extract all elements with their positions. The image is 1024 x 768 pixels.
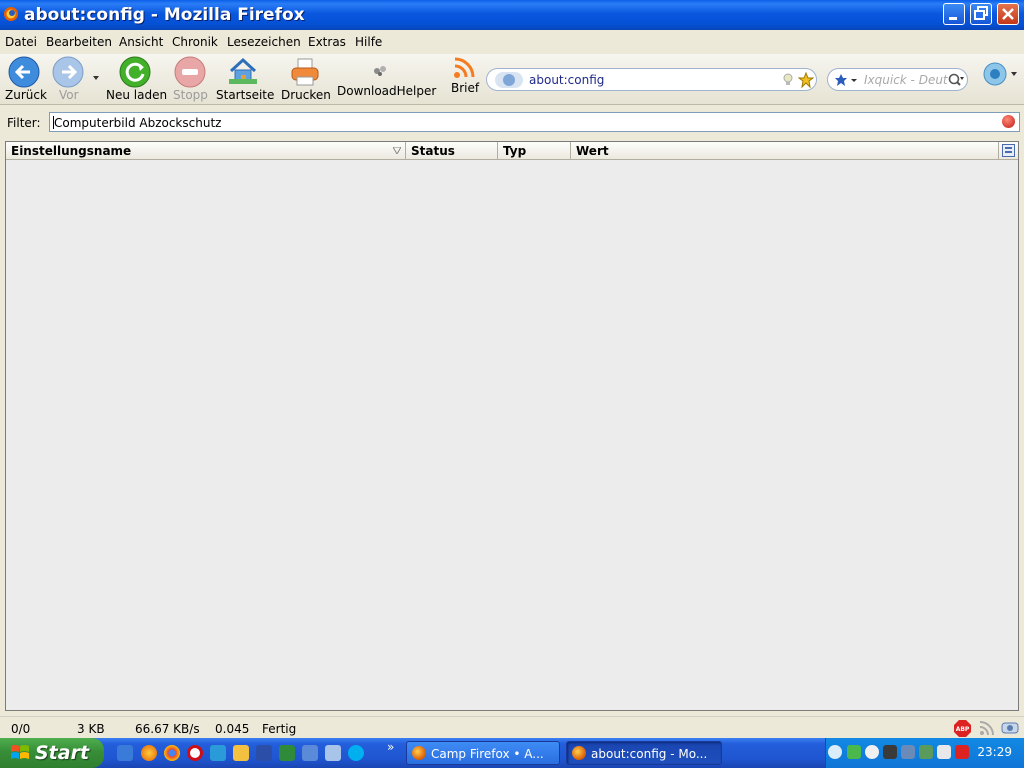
tray-expand-icon[interactable] [828, 745, 842, 759]
downloadhelper-icon [374, 66, 386, 76]
quicklaunch-ie-icon[interactable] [117, 745, 133, 761]
minimize-icon [949, 17, 957, 20]
url-input[interactable]: about:config [529, 73, 604, 87]
task-camp-firefox[interactable]: Camp Firefox • A... [406, 741, 560, 765]
restore-button[interactable] [970, 3, 992, 25]
column-type[interactable]: Typ [498, 142, 571, 159]
filter-input[interactable]: Computerbild Abzockschutz [49, 112, 1020, 132]
menu-extras[interactable]: Extras [308, 35, 346, 49]
network-status-icon[interactable] [1001, 720, 1019, 736]
status-page-count: 0/0 [11, 722, 31, 736]
filter-label: Filter: [7, 116, 41, 130]
close-icon [1002, 8, 1014, 20]
column-status[interactable]: Status [406, 142, 498, 159]
menu-bar: Datei Bearbeiten Ansicht Chronik Lesezei… [0, 30, 1024, 54]
rss-feed-icon [454, 57, 475, 78]
tray-clock-app-icon[interactable] [865, 745, 879, 759]
tray-volume-icon[interactable] [937, 745, 951, 759]
quicklaunch-tool-icon[interactable] [325, 745, 341, 761]
quicklaunch-chart-icon[interactable] [302, 745, 318, 761]
tray-display-icon[interactable] [883, 745, 897, 759]
quicklaunch-opera-icon[interactable] [187, 745, 203, 761]
task-about-config[interactable]: about:config - Mo... [566, 741, 722, 765]
extension-menu-icon[interactable] [983, 62, 1019, 86]
search-input[interactable]: Ixquick - Deutsch [864, 73, 948, 87]
quicklaunch-word-icon[interactable] [256, 745, 272, 761]
filter-value[interactable]: Computerbild Abzockschutz [54, 116, 221, 130]
system-tray: 23:29 [825, 738, 1024, 768]
restore-icon [974, 6, 988, 20]
filter-row: Filter: Computerbild Abzockschutz [0, 110, 1024, 136]
home-icon [229, 57, 257, 84]
firefox-icon [4, 7, 18, 21]
status-time: 0.045 [215, 722, 250, 736]
column-preference-name[interactable]: Einstellungsname [6, 142, 406, 159]
tray-firewall-icon[interactable] [955, 745, 969, 759]
search-engine-star-icon[interactable] [834, 73, 858, 87]
menu-chronik[interactable]: Chronik [172, 35, 218, 49]
status-speed: 66.67 KB/s [135, 722, 200, 736]
menu-lesezeichen[interactable]: Lesezeichen [227, 35, 301, 49]
url-bar[interactable]: about:config [486, 68, 817, 91]
bulb-icon[interactable] [782, 73, 794, 87]
search-bar[interactable]: Ixquick - Deutsch [827, 68, 968, 91]
minimize-button[interactable] [943, 3, 965, 25]
menu-ansicht[interactable]: Ansicht [119, 35, 163, 49]
status-text: Fertig [262, 722, 297, 736]
svg-text:ABP: ABP [956, 726, 970, 733]
preferences-tree[interactable]: Einstellungsname Status Typ Wert [5, 141, 1019, 711]
quicklaunch-chrome-icon[interactable] [164, 745, 180, 761]
column-picker-icon[interactable] [1002, 144, 1015, 157]
status-bar: 0/0 3 KB 66.67 KB/s 0.045 Fertig ABP [0, 716, 1024, 739]
tray-app-icon[interactable] [901, 745, 915, 759]
firefox-icon [572, 746, 586, 760]
status-size: 3 KB [77, 722, 105, 736]
close-button[interactable] [997, 3, 1019, 25]
stop-icon [174, 56, 206, 88]
printer-icon [291, 58, 319, 86]
adblock-plus-icon[interactable]: ABP [954, 720, 971, 737]
menu-bearbeiten[interactable]: Bearbeiten [46, 35, 112, 49]
forward-arrow-icon [52, 56, 84, 88]
quicklaunch-ie-e-icon[interactable] [210, 745, 226, 761]
windows-logo-icon [11, 745, 29, 759]
column-value[interactable]: Wert [571, 142, 999, 159]
quicklaunch-firefox-icon[interactable] [141, 745, 157, 761]
search-icon[interactable] [948, 73, 964, 87]
menu-datei[interactable]: Datei [5, 35, 37, 49]
tree-header: Einstellungsname Status Typ Wert [6, 142, 1018, 160]
bookmark-star-icon[interactable] [798, 72, 814, 88]
tray-clock: 23:29 [977, 745, 1012, 759]
feed-status-icon[interactable] [979, 720, 995, 736]
window-title-bar[interactable]: about:config - Mozilla Firefox [0, 0, 1024, 30]
sort-indicator-icon [393, 147, 401, 154]
firefox-icon [412, 746, 426, 760]
start-button[interactable]: Start [0, 738, 104, 768]
site-identity-icon[interactable] [495, 72, 523, 88]
clear-filter-icon[interactable] [1002, 115, 1015, 128]
menu-hilfe[interactable]: Hilfe [355, 35, 382, 49]
tray-network-icon[interactable] [919, 745, 933, 759]
reload-icon [119, 56, 151, 88]
quicklaunch-excel-icon[interactable] [279, 745, 295, 761]
quicklaunch-skype-icon[interactable] [348, 745, 364, 761]
tray-security-icon[interactable] [847, 745, 861, 759]
window-title: about:config - Mozilla Firefox [24, 5, 305, 25]
back-arrow-icon [8, 56, 40, 88]
chevron-down-icon[interactable] [93, 76, 99, 80]
quicklaunch-overflow-button[interactable]: » [387, 740, 394, 754]
taskbar: Start » Camp Firefox • A... about:config… [0, 738, 1024, 768]
quicklaunch-email-icon[interactable] [233, 745, 249, 761]
